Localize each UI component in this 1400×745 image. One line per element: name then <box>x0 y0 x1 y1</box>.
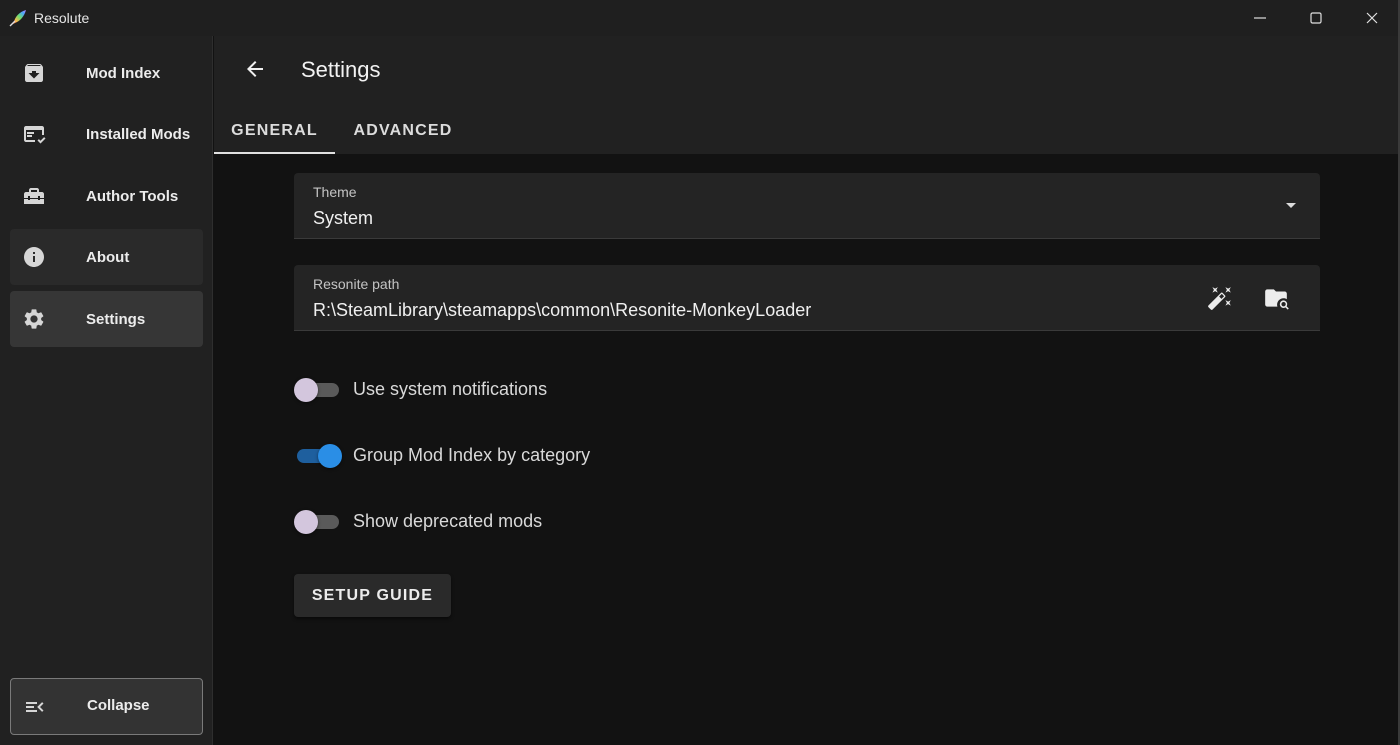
tab-general[interactable]: GENERAL <box>214 108 335 154</box>
sidebar-item-label: Settings <box>86 310 146 328</box>
show-deprecated-label: Show deprecated mods <box>353 511 543 531</box>
toolbox-icon <box>22 184 46 208</box>
active-tab-indicator <box>214 152 335 154</box>
magic-wand-icon <box>1208 287 1231 310</box>
arrow-left-icon <box>247 61 263 77</box>
close-icon <box>1366 12 1378 24</box>
back-button[interactable] <box>240 54 270 84</box>
chevron-down-icon <box>1286 203 1296 208</box>
sidebar-item-label: About <box>86 248 130 266</box>
minimize-icon <box>1254 17 1266 19</box>
tab-advanced[interactable]: ADVANCED <box>335 108 471 154</box>
theme-label: Theme <box>313 184 357 200</box>
system-notifications-toggle[interactable] <box>294 378 340 402</box>
switch-thumb <box>294 510 318 534</box>
app-logo-icon <box>9 10 26 27</box>
resonite-path-field[interactable]: Resonite path R:\SteamLibrary\steamapps\… <box>294 265 1320 331</box>
sidebar-item-about[interactable]: About <box>10 229 203 285</box>
sidebar-item-label: Author Tools <box>86 187 179 205</box>
group-by-category-toggle[interactable] <box>294 444 342 468</box>
gear-icon <box>22 307 46 331</box>
maximize-icon <box>1310 12 1322 24</box>
browse-folder-button[interactable] <box>1260 282 1292 314</box>
app-header: Settings GENERAL ADVANCED <box>214 36 1398 154</box>
sidebar-item-mod-index[interactable]: Mod Index <box>10 45 203 101</box>
theme-select[interactable]: Theme System <box>294 173 1320 239</box>
menu-collapse-icon <box>23 695 47 719</box>
sidebar-item-settings[interactable]: Settings <box>10 291 203 347</box>
system-notifications-label: Use system notifications <box>353 379 548 399</box>
switch-thumb <box>294 378 318 402</box>
sidebar: Mod Index Installed Mods Author Tools Ab… <box>0 36 213 745</box>
show-deprecated-toggle[interactable] <box>294 510 340 534</box>
system-notifications-setting: Use system notifications <box>294 372 794 408</box>
group-by-category-setting: Group Mod Index by category <box>294 438 794 474</box>
theme-value: System <box>313 208 374 228</box>
close-button[interactable] <box>1344 0 1400 36</box>
sidebar-item-author-tools[interactable]: Author Tools <box>10 168 203 224</box>
list-check-icon <box>22 122 46 146</box>
resonite-path-label: Resonite path <box>313 276 400 292</box>
sidebar-item-label: Installed Mods <box>86 125 191 143</box>
auto-detect-button[interactable] <box>1204 282 1236 314</box>
maximize-button[interactable] <box>1288 0 1344 36</box>
info-icon <box>22 245 46 269</box>
group-by-category-label: Group Mod Index by category <box>353 445 591 465</box>
collapse-button[interactable]: Collapse <box>10 678 203 735</box>
archive-download-icon <box>22 61 46 85</box>
main-content: Settings GENERAL ADVANCED Theme System R… <box>214 36 1398 745</box>
folder-search-icon <box>1265 289 1289 310</box>
page-title: Settings <box>301 57 381 82</box>
resonite-path-value: R:\SteamLibrary\steamapps\common\Resonit… <box>313 300 812 320</box>
sidebar-item-installed-mods[interactable]: Installed Mods <box>10 106 203 162</box>
setup-guide-button[interactable]: SETUP GUIDE <box>294 574 451 617</box>
collapse-label: Collapse <box>87 697 150 714</box>
switch-thumb <box>318 444 342 468</box>
app-title: Resolute <box>34 10 90 26</box>
sidebar-item-label: Mod Index <box>86 64 161 82</box>
minimize-button[interactable] <box>1232 0 1288 36</box>
title-bar: Resolute <box>0 0 1400 36</box>
show-deprecated-setting: Show deprecated mods <box>294 504 794 540</box>
